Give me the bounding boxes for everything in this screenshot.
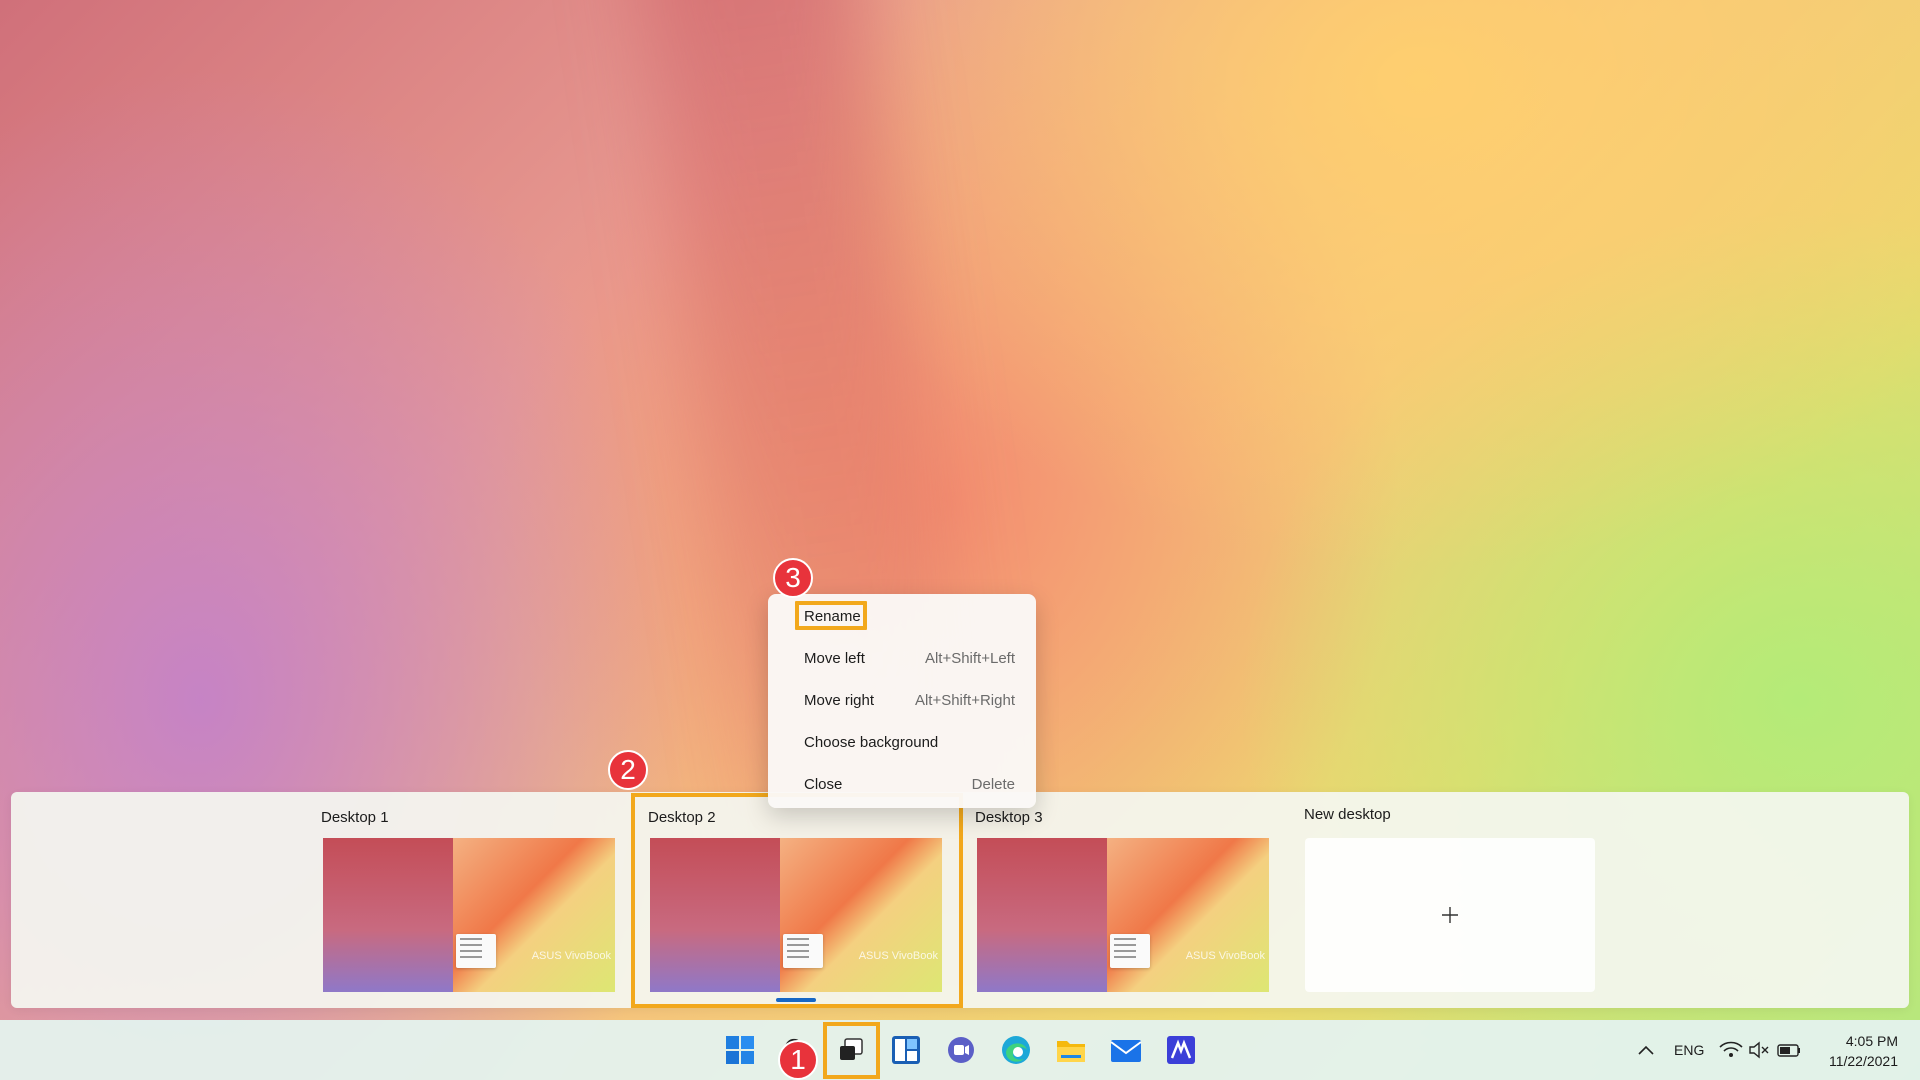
quick-settings-icons — [1719, 1041, 1800, 1059]
start-button[interactable] — [720, 1030, 760, 1070]
thumb-mini-menu — [1110, 934, 1150, 968]
rename-highlight — [795, 601, 867, 630]
chat-icon — [948, 1037, 974, 1063]
myasus-button[interactable] — [1161, 1030, 1201, 1070]
menu-item-shortcut: Alt+Shift+Right — [914, 691, 1015, 709]
menu-item-move-left[interactable]: Move left Alt+Shift+Left — [768, 638, 1036, 678]
mail-button[interactable] — [1106, 1030, 1146, 1070]
battery-icon — [1777, 1044, 1800, 1057]
clock[interactable]: 4:05 PM 11/22/2021 — [1829, 1031, 1898, 1071]
active-desktop-indicator — [776, 998, 816, 1002]
edge-button[interactable] — [996, 1030, 1036, 1070]
quick-settings-button[interactable] — [1716, 1030, 1806, 1070]
new-desktop-label: New desktop — [1304, 806, 1391, 823]
menu-item-shortcut: Delete — [971, 775, 1015, 793]
language-indicator[interactable]: ENG — [1674, 1042, 1704, 1058]
menu-item-label: Choose background — [804, 733, 939, 751]
thumb-wallpaper-right — [1107, 838, 1269, 992]
widgets-button[interactable] — [886, 1030, 926, 1070]
file-explorer-button[interactable] — [1051, 1030, 1091, 1070]
clock-date: 11/22/2021 — [1828, 1053, 1898, 1069]
thumb-wallpaper-left — [977, 838, 1109, 992]
desktop-1-label: Desktop 1 — [321, 809, 389, 826]
thumb-wallpaper-right — [453, 838, 615, 992]
folder-icon — [1057, 1041, 1085, 1062]
widgets-icon — [892, 1036, 920, 1064]
edge-browser-icon — [1002, 1036, 1030, 1064]
desktop-2-highlight — [631, 793, 963, 1008]
menu-item-shortcut: Alt+Shift+Left — [924, 649, 1015, 667]
teams-chat-button[interactable] — [941, 1030, 981, 1070]
show-hidden-icons-button[interactable] — [1626, 1030, 1666, 1070]
thumb-brand: ASUS VivoBook — [1185, 950, 1265, 962]
desktop-1-thumbnail[interactable]: ASUS VivoBook — [323, 838, 615, 992]
desktop-3-label: Desktop 3 — [975, 809, 1043, 826]
chevron-up-icon — [1638, 1045, 1654, 1055]
step-badge-3: 3 — [773, 558, 813, 598]
task-view-highlight — [823, 1022, 880, 1079]
desktop-3-thumbnail[interactable]: ASUS VivoBook — [977, 838, 1269, 992]
menu-item-label: Move right — [804, 691, 875, 709]
plus-icon — [1442, 907, 1458, 923]
clock-time: 4:05 PM — [1845, 1033, 1898, 1049]
thumb-wallpaper-left — [323, 838, 455, 992]
menu-item-close[interactable]: Close Delete — [768, 764, 1036, 804]
step-badge-2: 2 — [608, 750, 648, 790]
windows-logo-icon — [726, 1036, 754, 1064]
mail-icon — [1110, 1040, 1142, 1062]
menu-item-move-right[interactable]: Move right Alt+Shift+Right — [768, 680, 1036, 720]
step-badge-1: 1 — [778, 1040, 818, 1080]
myasus-icon — [1167, 1036, 1195, 1064]
menu-item-choose-background[interactable]: Choose background — [768, 722, 1036, 762]
menu-item-label: Close — [804, 775, 843, 793]
volume-muted-icon — [1749, 1041, 1769, 1059]
thumb-mini-menu — [456, 934, 496, 968]
new-desktop-button[interactable] — [1305, 838, 1595, 992]
wifi-icon — [1719, 1041, 1743, 1057]
menu-item-label: Move left — [804, 649, 865, 667]
thumb-brand: ASUS VivoBook — [531, 950, 611, 962]
